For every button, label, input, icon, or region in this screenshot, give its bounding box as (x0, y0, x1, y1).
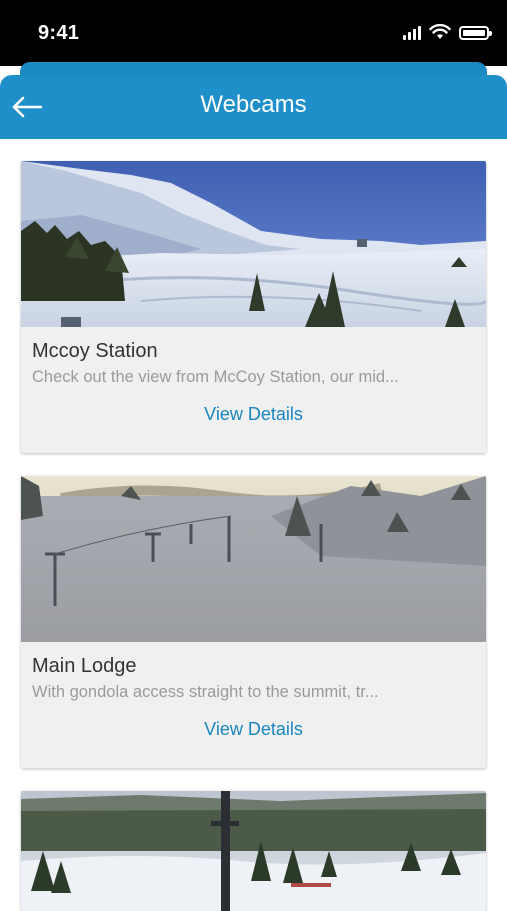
webcam-title: Main Lodge (32, 655, 137, 677)
cellular-signal-icon (403, 24, 421, 40)
webcam-image-mccoy-station[interactable] (21, 161, 486, 327)
view-details-link[interactable]: View Details (21, 404, 486, 425)
webcam-card-main-lodge[interactable]: Main Lodge With gondola access straight … (21, 476, 486, 768)
page-title: Webcams (200, 91, 307, 118)
webcam-card-3[interactable] (21, 791, 486, 911)
status-time: 9:41 (38, 22, 80, 44)
app-header: Webcams (0, 75, 507, 139)
webcam-title: Mccoy Station (32, 340, 158, 362)
status-bar: 9:41 (0, 0, 507, 66)
webcam-description: With gondola access straight to the summ… (32, 683, 379, 701)
webcam-list: Mccoy Station Check out the view from Mc… (0, 139, 507, 911)
webcam-image-main-lodge[interactable] (21, 476, 486, 642)
webcam-card-mccoy-station[interactable]: Mccoy Station Check out the view from Mc… (21, 161, 486, 453)
wifi-icon (429, 24, 451, 39)
view-details-link[interactable]: View Details (21, 719, 486, 740)
battery-icon (459, 26, 492, 40)
webcam-image-3[interactable] (21, 791, 486, 911)
webcam-description: Check out the view from McCoy Station, o… (32, 368, 399, 386)
status-icons (403, 24, 492, 40)
